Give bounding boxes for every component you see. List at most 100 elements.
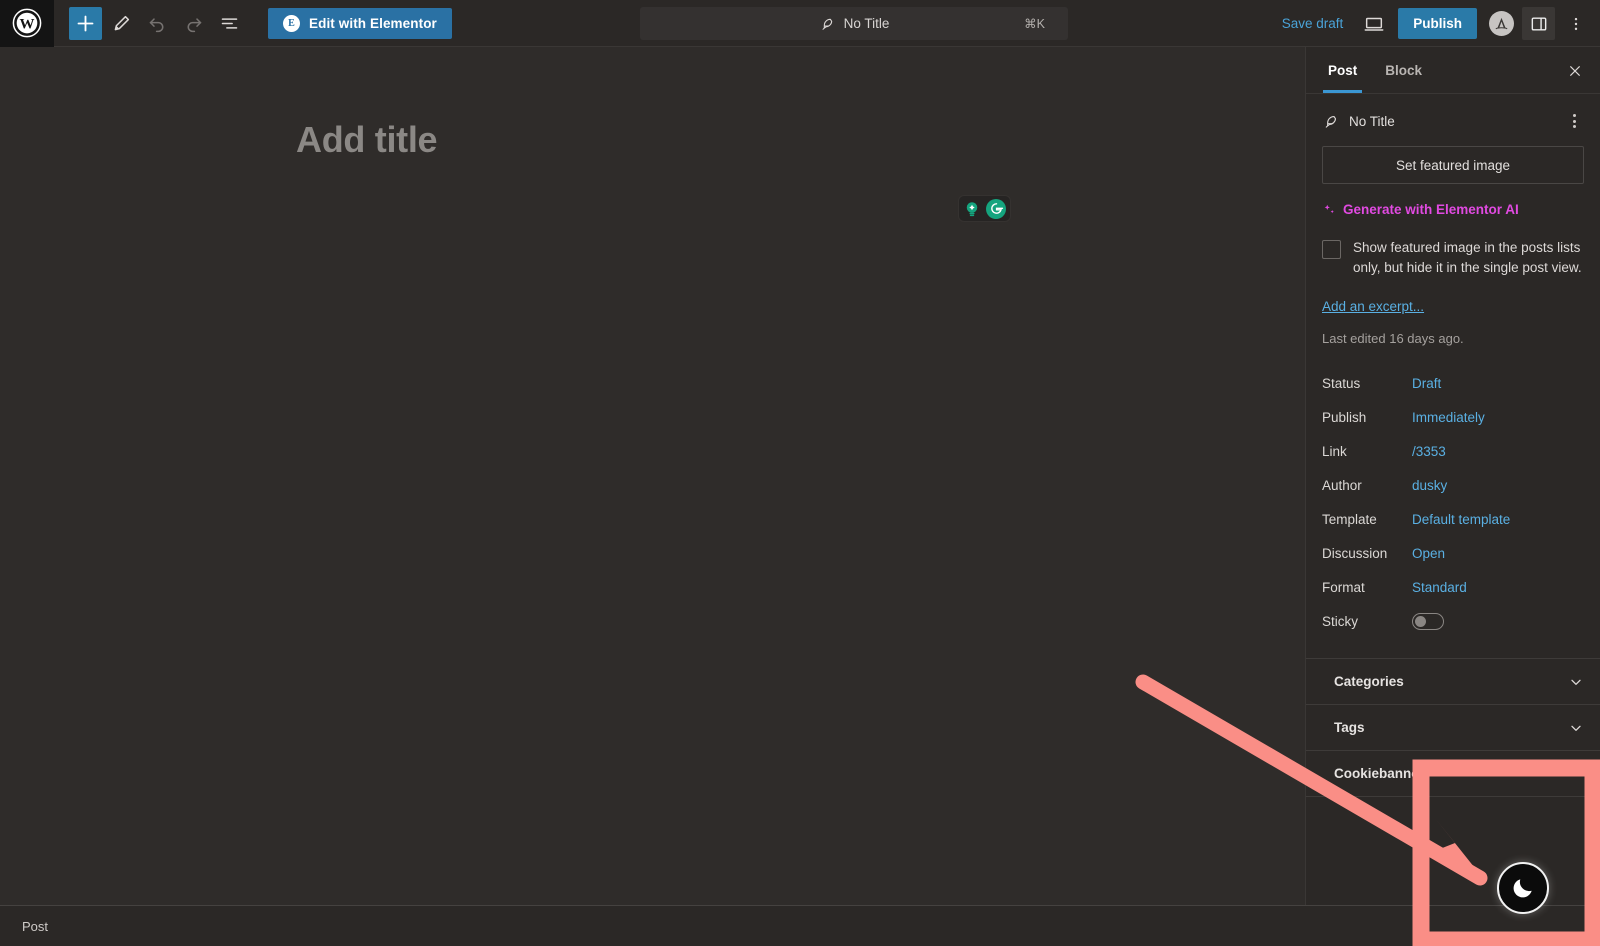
tab-block-label: Block [1385,62,1423,78]
last-edited-text: Last edited 16 days ago. [1322,331,1464,346]
panel-categories-label: Categories [1334,674,1404,689]
meta-key: Author [1322,477,1362,493]
desktop-preview-icon [1364,17,1384,31]
meta-value-publish[interactable]: Immediately [1412,410,1485,425]
post-meta-table: Status Draft Publish Immediately Link /3… [1322,366,1584,638]
grammarly-bulb-icon [966,201,978,216]
chevron-down-icon [1571,679,1581,685]
meta-value-discussion[interactable]: Open [1412,546,1445,561]
astra-logo-icon [1489,11,1514,36]
meta-key: Template [1322,511,1377,527]
sidebar-accordion: Categories Tags Cookiebanner [1306,658,1600,797]
add-excerpt-link[interactable]: Add an excerpt... [1322,299,1584,314]
meta-row-status: Status Draft [1322,366,1584,400]
sticky-toggle[interactable] [1412,612,1444,630]
panel-cookiebanner-label: Cookiebanner [1334,766,1425,781]
moon-icon [1513,879,1532,898]
sidebar-tabs: Post Block [1306,47,1600,94]
sparkles-icon [1324,204,1334,213]
meta-row-template: Template Default template [1322,502,1584,536]
post-actions-button[interactable] [1560,107,1588,135]
editor-canvas[interactable]: Add title [0,47,1305,905]
set-featured-image-button[interactable]: Set featured image [1322,146,1584,184]
undo-button[interactable] [141,7,174,40]
edit-with-elementor-button[interactable]: E Edit with Elementor [268,7,452,39]
wordpress-logo-icon: W [12,8,42,38]
meta-value-format[interactable]: Standard [1412,580,1467,595]
feather-icon [822,18,832,30]
meta-value-link[interactable]: /3353 [1412,444,1446,459]
show-featured-image-checkbox[interactable] [1322,240,1341,259]
publish-label: Publish [1413,16,1462,31]
meta-row-format: Format Standard [1322,570,1584,604]
plus-icon [77,15,94,31]
tab-post[interactable]: Post [1314,47,1371,93]
post-summary-row: No Title [1322,98,1584,144]
command-bar-title: No Title [843,16,890,31]
tab-block[interactable]: Block [1371,47,1436,93]
wordpress-logo-button[interactable]: W [0,0,54,47]
close-icon [1570,66,1580,76]
kebab-dot [1572,119,1576,123]
kebab-menu-icon [1574,17,1577,30]
top-bar-right-actions: Save draft Publish [1272,0,1592,47]
tools-button[interactable] [105,7,138,40]
astra-button[interactable] [1485,7,1518,40]
save-draft-button[interactable]: Save draft [1272,16,1354,31]
meta-key: Sticky [1322,613,1359,629]
command-bar[interactable]: No Title ⌘K [640,7,1068,40]
more-options-button[interactable] [1559,7,1592,40]
breadcrumb[interactable]: Post [22,919,48,934]
edit-with-elementor-label: Edit with Elementor [309,15,437,31]
meta-value-template[interactable]: Default template [1412,512,1510,527]
meta-key: Format [1322,579,1365,595]
meta-key: Discussion [1322,545,1388,561]
dark-mode-toggle-button[interactable] [1497,862,1549,914]
meta-row-discussion: Discussion Open [1322,536,1584,570]
editor-tools-group [69,6,246,40]
redo-button[interactable] [177,7,210,40]
tab-post-label: Post [1328,62,1358,78]
grammarly-widget-top[interactable] [958,195,1011,222]
panel-categories[interactable]: Categories [1306,659,1600,705]
feather-icon [1325,115,1337,128]
document-overview-button[interactable] [213,7,246,40]
chevron-down-icon [1571,725,1581,731]
generate-with-elementor-ai-link[interactable]: Generate with Elementor AI [1322,202,1584,217]
meta-row-sticky: Sticky [1322,604,1584,638]
preview-button[interactable] [1357,7,1390,40]
undo-icon [149,17,164,32]
kebab-dot [1572,113,1576,117]
elementor-badge-icon: E [283,14,300,32]
meta-row-publish: Publish Immediately [1322,400,1584,434]
post-title-input[interactable]: Add title [296,119,438,161]
redo-icon [187,17,202,32]
show-featured-image-label: Show featured image in the posts lists o… [1353,240,1582,275]
panel-tags[interactable]: Tags [1306,705,1600,751]
post-summary-label: No Title [1349,113,1395,129]
meta-key: Publish [1322,409,1367,425]
set-featured-image-label: Set featured image [1395,157,1511,173]
close-sidebar-button[interactable] [1562,58,1588,84]
chevron-up-icon [1571,770,1581,776]
meta-row-link: Link /3353 [1322,434,1584,468]
panel-cookiebanner[interactable]: Cookiebanner [1306,751,1600,797]
editor-bottom-bar: Post [0,905,1600,946]
post-settings-sidebar: Post Block No Title Set featured image G… [1305,47,1600,905]
meta-row-author: Author dusky [1322,468,1584,502]
editor-top-bar: W E Edit with Elementor No Title ⌘K Save… [0,0,1600,47]
settings-sidebar-button[interactable] [1522,7,1555,40]
sidebar-body: No Title Set featured image Generate wit… [1306,98,1600,638]
kebab-dot [1572,125,1576,129]
svg-text:W: W [20,17,35,33]
meta-value-status[interactable]: Draft [1412,376,1441,391]
meta-value-author[interactable]: dusky [1412,478,1447,493]
publish-button[interactable]: Publish [1398,8,1477,39]
list-view-icon [221,17,238,29]
generate-with-elementor-ai-label: Generate with Elementor AI [1343,202,1519,217]
panel-tags-label: Tags [1334,720,1365,735]
meta-key: Status [1322,375,1361,391]
show-featured-image-row: Show featured image in the posts lists o… [1322,238,1584,278]
meta-key: Link [1322,443,1347,459]
add-block-button[interactable] [69,6,102,40]
